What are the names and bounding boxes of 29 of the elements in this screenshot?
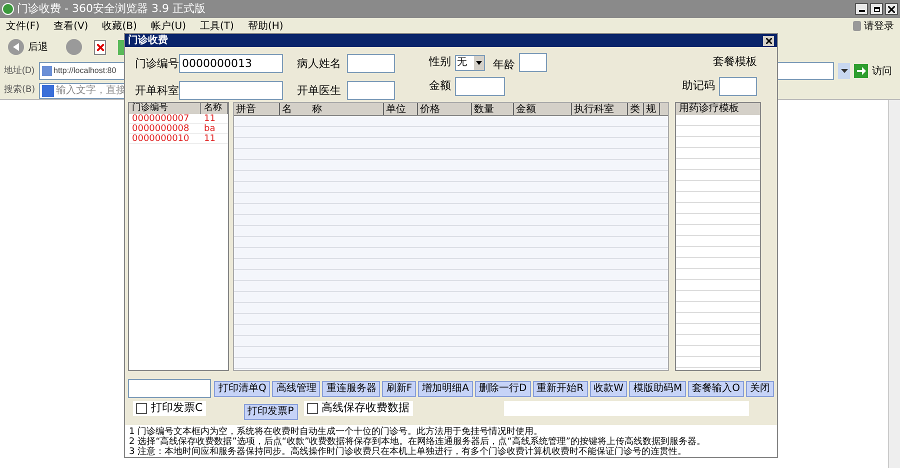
field-label: 金额: [429, 78, 451, 94]
window-title: 门诊收费 - 360安全浏览器 3.9 正式版: [17, 0, 206, 17]
field-label: 开单医生: [297, 82, 342, 99]
field-label: 年龄: [493, 58, 515, 70]
field-label: 门诊编号: [135, 56, 179, 72]
column-header: 金额: [514, 102, 572, 115]
column-header: 单位: [384, 102, 418, 115]
column-header: 价格: [418, 102, 472, 115]
column-header: 名 称: [280, 102, 384, 115]
field-label: 助记码: [682, 78, 715, 94]
column-header: 拼音: [234, 102, 280, 115]
template-header: 用药诊疗模板: [676, 102, 760, 115]
checkbox-label: 打印发票C: [151, 400, 203, 416]
column-header: 执行科室: [572, 102, 628, 115]
field-label: 性别: [429, 54, 451, 70]
column-header: 规: [644, 102, 660, 115]
checkbox-label: 高线保存收费数据: [322, 400, 410, 416]
search-label: 搜索(B): [4, 84, 36, 97]
note-text: 2 选择“高线保存收费数据”选项，后点“收款”收费数据将保存到本地。在网络连通服务器后，点“高线系统管理”的按键将上传高线数据到服务器。: [129, 437, 707, 447]
column-header: 数量: [472, 102, 514, 115]
field-label: 套餐模板: [713, 54, 757, 70]
column-header: 名称: [201, 102, 228, 114]
note-text: 1 门诊编号文本框内为空，系统将在收费时自动生成一个十位的门诊号。此方法用于免挂号情况时使用。: [129, 427, 543, 437]
note-text: 3 注意：本地时间应和服务器保持同步。高线操作时门诊收费只在本机上单独进行，有多个门诊收费计算机收费时不能保证门诊号的连贯性。: [129, 447, 688, 457]
field-label: 病人姓名: [297, 56, 342, 72]
dialog-title: 门诊收费: [128, 33, 168, 48]
column-header: 门诊编号: [129, 102, 201, 114]
address-label: 地址(D): [4, 64, 34, 78]
column-header: 类: [628, 102, 644, 115]
